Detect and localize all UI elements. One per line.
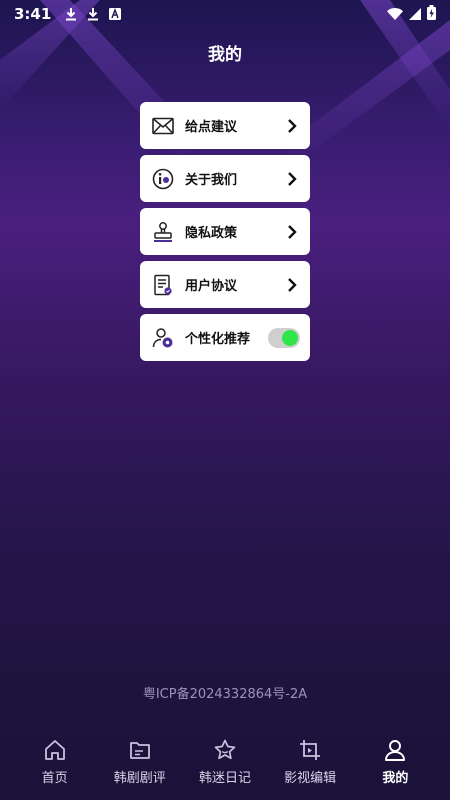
star-icon bbox=[212, 737, 238, 763]
menu-item-label: 隐私政策 bbox=[185, 226, 238, 241]
status-time: 3:41 bbox=[14, 5, 52, 23]
signal-icon bbox=[409, 5, 421, 24]
tab-home[interactable]: 首页 bbox=[15, 732, 95, 800]
tab-label: 我的 bbox=[382, 771, 409, 786]
menu-item-feedback[interactable]: 给点建议 bbox=[140, 102, 310, 149]
tab-label: 韩剧剧评 bbox=[113, 771, 166, 786]
menu-item-user-agreement[interactable]: 用户协议 bbox=[140, 261, 310, 308]
toggle-knob bbox=[282, 329, 298, 346]
page-title: 我的 bbox=[208, 45, 242, 65]
tab-label: 韩迷日记 bbox=[198, 771, 251, 786]
bottom-tab-bar: 首页 韩剧剧评 韩迷日记 影视编辑 我的 bbox=[0, 732, 450, 800]
document-icon bbox=[151, 273, 175, 297]
status-bar: 3:41 bbox=[0, 0, 450, 28]
chevron-right-icon bbox=[284, 277, 300, 293]
video-edit-icon bbox=[297, 737, 323, 763]
menu-item-about[interactable]: 关于我们 bbox=[140, 155, 310, 202]
user-settings-icon bbox=[151, 326, 175, 350]
personalized-recommendation-toggle[interactable] bbox=[268, 327, 300, 348]
info-icon bbox=[151, 167, 175, 191]
folder-icon bbox=[127, 737, 153, 763]
menu-item-label: 用户协议 bbox=[185, 279, 238, 294]
tab-video-editing[interactable]: 影视编辑 bbox=[270, 732, 350, 800]
download-icon bbox=[87, 7, 99, 21]
tab-fan-diary[interactable]: 韩迷日记 bbox=[185, 732, 265, 800]
download-icon bbox=[65, 7, 77, 21]
menu-item-privacy-policy[interactable]: 隐私政策 bbox=[140, 208, 310, 255]
text-a-icon bbox=[109, 8, 122, 20]
stamp-icon bbox=[151, 220, 175, 244]
icp-license-text[interactable]: 粤ICP备2024332864号-2A bbox=[0, 683, 450, 702]
home-icon bbox=[42, 737, 68, 763]
settings-menu: 给点建议 关于我们 隐私政策 用户协议 个性化推荐 bbox=[140, 102, 310, 367]
mail-icon bbox=[151, 114, 175, 138]
menu-item-label: 给点建议 bbox=[185, 120, 238, 135]
chevron-right-icon bbox=[284, 171, 300, 187]
tab-mine[interactable]: 我的 bbox=[355, 732, 435, 800]
chevron-right-icon bbox=[284, 224, 300, 240]
menu-item-personalized-recommendation: 个性化推荐 bbox=[140, 314, 310, 361]
tab-label: 影视编辑 bbox=[284, 771, 337, 786]
tab-label: 首页 bbox=[41, 771, 68, 786]
battery-icon bbox=[427, 4, 436, 24]
menu-item-label: 个性化推荐 bbox=[185, 332, 251, 347]
profile-icon bbox=[382, 737, 408, 763]
tab-drama-reviews[interactable]: 韩剧剧评 bbox=[100, 732, 180, 800]
menu-item-label: 关于我们 bbox=[185, 173, 238, 188]
wifi-icon bbox=[387, 5, 403, 24]
chevron-right-icon bbox=[284, 118, 300, 134]
